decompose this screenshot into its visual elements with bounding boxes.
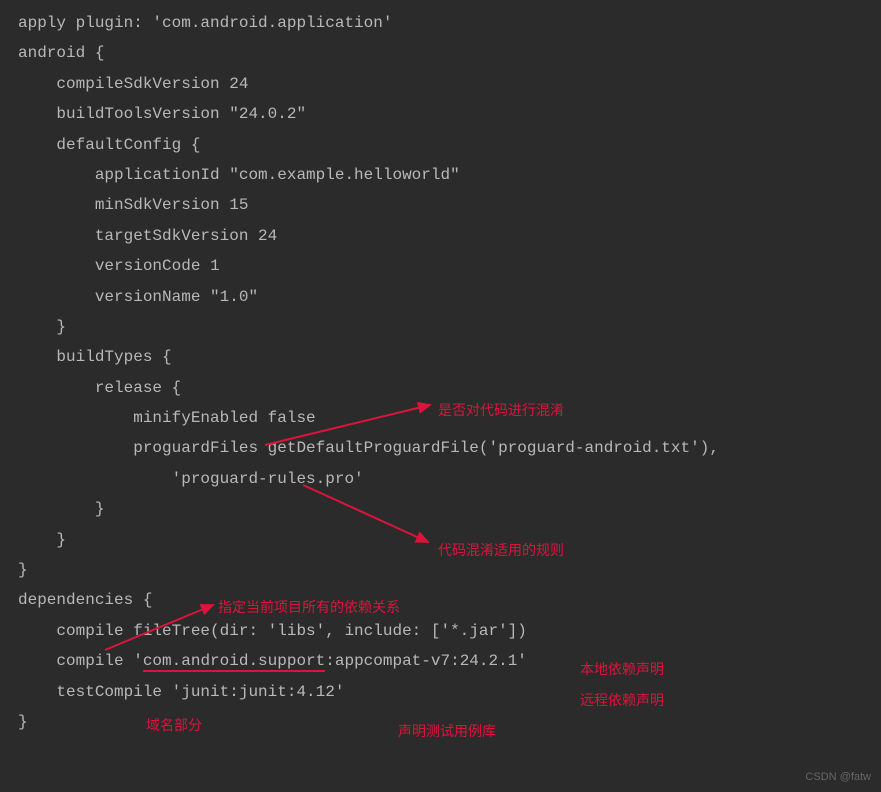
annotation-dependencies: 指定当前项目所有的依赖关系 — [218, 594, 400, 621]
code-line-23: testCompile 'junit:junit:4.12' — [18, 677, 863, 707]
code-line-4: buildToolsVersion "24.0.2" — [18, 99, 863, 129]
code-line-15: proguardFiles getDefaultProguardFile('pr… — [18, 433, 863, 463]
annotation-local-dep: 本地依赖声明 — [580, 656, 664, 683]
code-line-11: } — [18, 312, 863, 342]
annotation-minify: 是否对代码进行混淆 — [438, 397, 564, 424]
code-line-2: android { — [18, 38, 863, 68]
code-line-6: applicationId "com.example.helloworld" — [18, 160, 863, 190]
code-text: compile ' — [18, 652, 143, 670]
code-line-5: defaultConfig { — [18, 130, 863, 160]
code-line-1: apply plugin: 'com.android.application' — [18, 8, 863, 38]
code-line-9: versionCode 1 — [18, 251, 863, 281]
code-line-10: versionName "1.0" — [18, 282, 863, 312]
annotation-test-lib: 声明测试用例库 — [398, 718, 496, 745]
annotation-proguard-rules: 代码混淆适用的规则 — [438, 537, 564, 564]
code-line-22: compile 'com.android.support:appcompat-v… — [18, 646, 863, 676]
annotation-remote-dep: 远程依赖声明 — [580, 687, 664, 714]
code-text: :appcompat-v7:24.2.1' — [325, 652, 527, 670]
code-line-7: minSdkVersion 15 — [18, 190, 863, 220]
code-underline: com.android.support — [143, 652, 325, 672]
code-line-8: targetSdkVersion 24 — [18, 221, 863, 251]
code-line-16: 'proguard-rules.pro' — [18, 464, 863, 494]
code-line-20: dependencies { — [18, 585, 863, 615]
code-line-3: compileSdkVersion 24 — [18, 69, 863, 99]
code-line-17: } — [18, 494, 863, 524]
code-line-21: compile fileTree(dir: 'libs', include: [… — [18, 616, 863, 646]
annotation-domain: 域名部分 — [146, 712, 202, 739]
code-line-12: buildTypes { — [18, 342, 863, 372]
watermark: CSDN @fatw — [805, 767, 871, 788]
